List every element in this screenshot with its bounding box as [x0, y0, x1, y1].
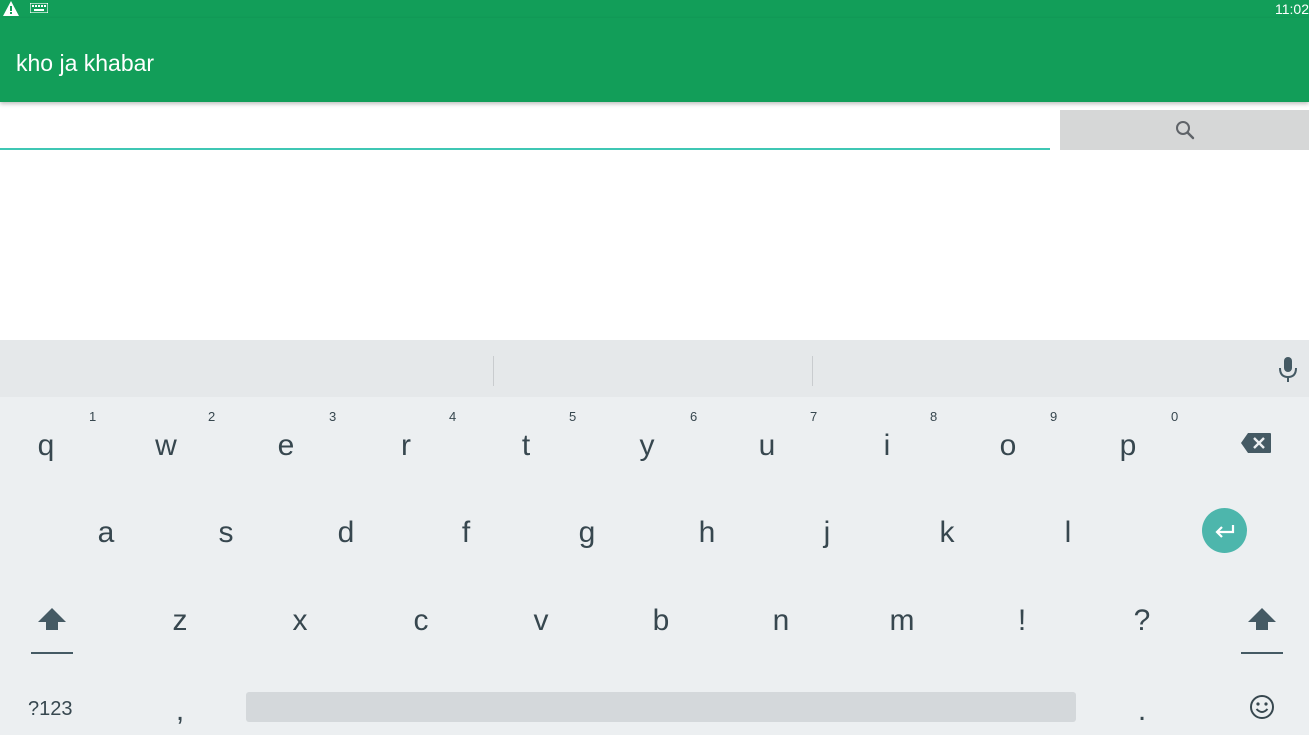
key-s[interactable]: s — [196, 516, 256, 550]
key-hint: 9 — [1050, 409, 1058, 424]
key-z[interactable]: z — [150, 604, 210, 638]
enter-button[interactable] — [1202, 508, 1247, 553]
key-v[interactable]: v — [511, 604, 571, 638]
key-l[interactable]: l — [1038, 516, 1098, 550]
symbols-key[interactable]: ?123 — [28, 698, 73, 720]
warning-icon — [3, 1, 19, 16]
key-c[interactable]: c — [391, 604, 451, 638]
key-k[interactable]: k — [917, 516, 977, 550]
key-period[interactable]: . — [1112, 694, 1172, 728]
key-m[interactable]: m — [872, 604, 932, 638]
key-hint: 6 — [690, 409, 698, 424]
suggestion-divider — [812, 356, 813, 386]
space-bar[interactable] — [246, 692, 1076, 722]
key-n[interactable]: n — [751, 604, 811, 638]
search-icon — [1175, 121, 1194, 140]
key-j[interactable]: j — [797, 516, 857, 550]
key-d[interactable]: d — [316, 516, 376, 550]
key-hint: 1 — [89, 409, 97, 424]
key-hint: 8 — [930, 409, 938, 424]
key-y[interactable]: y — [617, 429, 677, 463]
emoji-icon[interactable] — [1249, 694, 1275, 720]
key-t[interactable]: t — [496, 429, 556, 463]
key-hint: 5 — [569, 409, 577, 424]
app-bar: kho ja khabar — [0, 18, 1309, 102]
search-input[interactable] — [0, 112, 1050, 150]
key-a[interactable]: a — [76, 516, 136, 550]
key-hint: 0 — [1171, 409, 1179, 424]
key-h[interactable]: h — [677, 516, 737, 550]
app-title: kho ja khabar — [16, 50, 155, 76]
key-f[interactable]: f — [436, 516, 496, 550]
key-q[interactable]: q — [16, 429, 76, 463]
key-hint: 2 — [208, 409, 216, 424]
key-b[interactable]: b — [631, 604, 691, 638]
key-g[interactable]: g — [557, 516, 617, 550]
suggestion-strip — [0, 340, 1309, 397]
key-exclamation[interactable]: ! — [992, 604, 1052, 638]
key-w[interactable]: w — [136, 429, 196, 463]
backspace-icon[interactable] — [1240, 432, 1272, 454]
key-hint: 3 — [329, 409, 337, 424]
mic-icon[interactable] — [1277, 355, 1299, 385]
key-p[interactable]: p — [1098, 429, 1158, 463]
key-question[interactable]: ? — [1112, 604, 1172, 638]
key-hint: 7 — [810, 409, 818, 424]
status-time: 11:02 — [1275, 1, 1309, 17]
key-u[interactable]: u — [737, 429, 797, 463]
search-button[interactable] — [1060, 110, 1309, 150]
key-o[interactable]: o — [978, 429, 1038, 463]
shift-icon[interactable] — [30, 606, 74, 656]
enter-icon — [1214, 524, 1234, 538]
key-hint: 4 — [449, 409, 457, 424]
key-r[interactable]: r — [376, 429, 436, 463]
key-comma[interactable]: , — [150, 694, 210, 728]
key-e[interactable]: e — [256, 429, 316, 463]
keyboard-icon — [30, 3, 48, 13]
status-bar: 11:02 — [0, 0, 1309, 18]
shift-icon[interactable] — [1240, 606, 1284, 656]
key-x[interactable]: x — [270, 604, 330, 638]
suggestion-divider — [493, 356, 494, 386]
key-i[interactable]: i — [857, 429, 917, 463]
